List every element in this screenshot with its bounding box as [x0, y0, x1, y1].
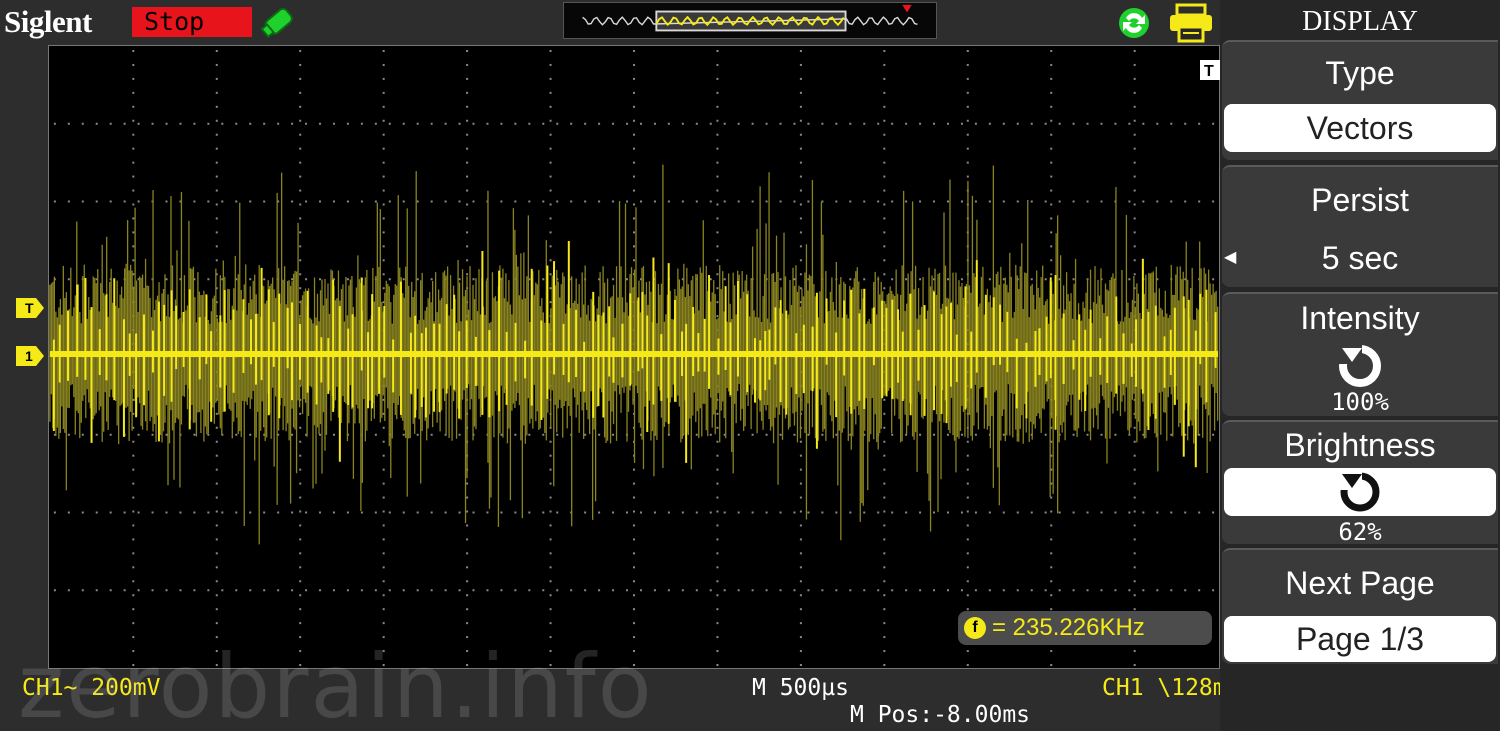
timebase-readout: M 500µs [752, 675, 849, 701]
waveform-baseline [49, 351, 1219, 357]
frequency-icon: f [964, 617, 986, 639]
persist-value: ◀ 5 sec [1222, 233, 1498, 283]
intensity-value: 100% [1331, 388, 1389, 416]
persist-label: Persist [1311, 182, 1409, 218]
next-page-label: Next Page [1285, 565, 1435, 601]
printer-icon [1170, 3, 1212, 43]
brightness-label: Brightness [1284, 427, 1436, 463]
svg-text:T: T [1204, 63, 1214, 80]
selector-arrow-icon: ◀ [1224, 249, 1237, 266]
menu-button-next-page[interactable]: Next Page Page 1/3 [1222, 548, 1498, 664]
intensity-label: Intensity [1300, 300, 1420, 336]
menu-title: DISPLAY [1302, 6, 1418, 37]
brand-logo: Siglent [4, 4, 92, 39]
run-state-badge: Stop [132, 7, 252, 37]
next-page-value: Page 1/3 [1224, 616, 1496, 662]
menu-button-brightness[interactable]: Brightness 62% [1222, 420, 1498, 546]
ch1-ground-marker[interactable]: 1 [16, 346, 46, 366]
sync-icon [1119, 8, 1149, 38]
menu-button-persist[interactable]: Persist ◀ 5 sec [1222, 165, 1498, 287]
brightness-value: 62% [1338, 518, 1382, 546]
svg-text:T: T [25, 300, 34, 316]
m-position-readout: M Pos:-8.00ms [850, 702, 1031, 728]
trigger-position-tag: T [1200, 60, 1220, 80]
ch1-scale-readout: CH1~ 200mV [22, 675, 161, 701]
brightness-knob-box [1224, 468, 1496, 516]
frequency-value: = 235.226KHz [992, 614, 1145, 641]
memory-position-bar [563, 2, 937, 39]
rotate-knob-icon [1338, 470, 1380, 512]
display-menu: DISPLAY Type Vectors Persist ◀ 5 sec Int… [1220, 0, 1500, 731]
waveform-graticule [48, 45, 1220, 669]
menu-button-intensity[interactable]: Intensity 100% [1222, 292, 1498, 416]
oscilloscope-screen: Siglent Stop T 1 T f = 235.226KHz CH1~ 2… [0, 0, 1500, 731]
trigger-level-marker[interactable]: T [16, 298, 46, 318]
type-value: Vectors [1224, 104, 1496, 152]
rotate-knob-icon [1338, 344, 1381, 387]
usb-icon [260, 7, 293, 39]
type-label: Type [1325, 55, 1395, 91]
menu-button-type[interactable]: Type Vectors [1222, 40, 1498, 160]
svg-text:1: 1 [25, 348, 33, 364]
frequency-readout: f = 235.226KHz [958, 611, 1212, 645]
